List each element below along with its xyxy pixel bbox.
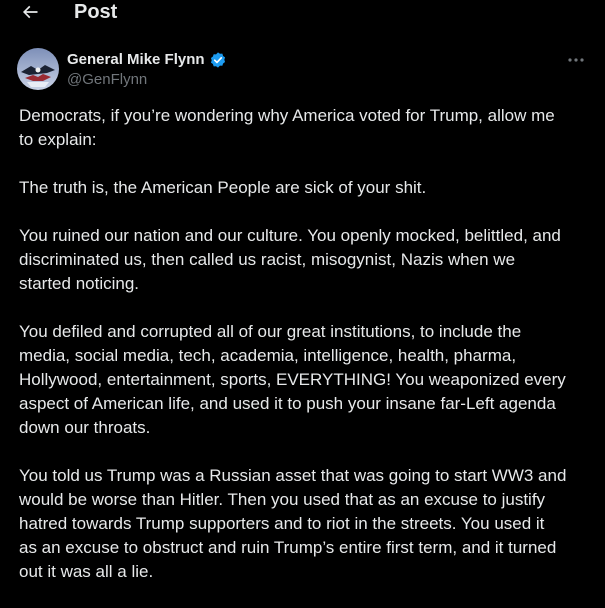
back-button[interactable] [16, 0, 44, 24]
tweet-text: Democrats, if you’re wondering why Ameri… [19, 104, 589, 608]
tweet-paragraph: You ruined our nation and our culture. Y… [19, 226, 561, 293]
page-title: Post [74, 1, 118, 23]
tweet-paragraph: Democrats, if you’re wondering why Ameri… [19, 106, 555, 149]
verified-badge-icon [210, 51, 225, 68]
author-handle[interactable]: @GenFlynn [67, 70, 227, 90]
tweet-paragraph: You told us Trump was a Russian asset th… [19, 466, 567, 581]
top-bar: Post [0, 0, 605, 30]
arrow-left-icon [22, 5, 38, 19]
tweet-paragraph: You defiled and corrupted all of our gre… [19, 322, 566, 437]
author-block: General Mike Flynn @GenFlynn [67, 49, 227, 90]
more-options-button[interactable] [564, 50, 588, 70]
avatar[interactable] [17, 48, 59, 90]
more-horizontal-icon [568, 58, 584, 62]
author-name[interactable]: General Mike Flynn [67, 51, 205, 68]
tweet-paragraph: The truth is, the American People are si… [19, 178, 427, 197]
